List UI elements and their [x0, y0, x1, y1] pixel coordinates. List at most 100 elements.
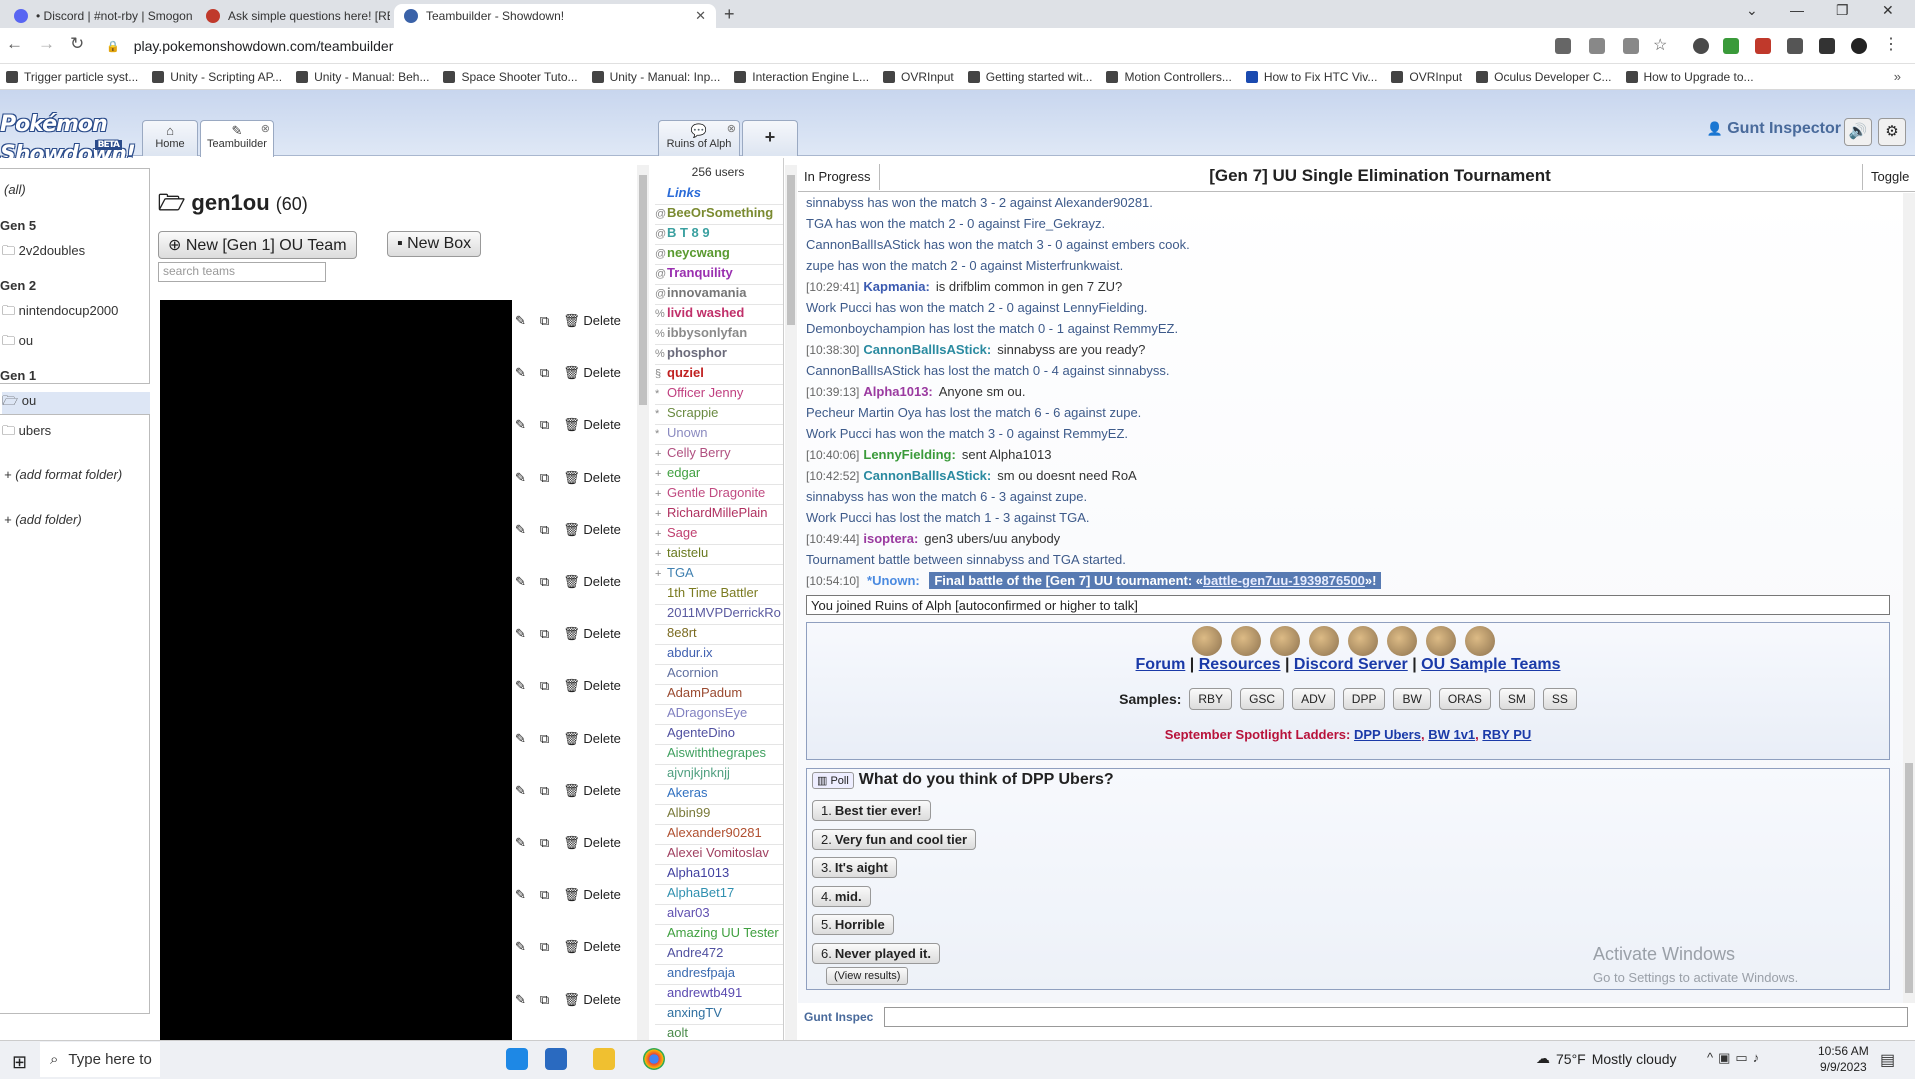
bookmark[interactable]: Unity - Scripting AP... [152, 70, 282, 84]
spotlight-link[interactable]: DPP Ubers [1354, 727, 1421, 742]
windows-start-icon[interactable]: ⊞ [12, 1052, 27, 1073]
bookmark[interactable]: Unity - Manual: Inp... [591, 70, 720, 84]
user-list-item[interactable]: AlphaBet17 [655, 885, 783, 905]
edit-pencil-icon[interactable]: ✎ [515, 365, 526, 381]
back-arrow-icon[interactable]: ← [6, 34, 23, 54]
bookmark[interactable]: How to Upgrade to... [1625, 70, 1754, 84]
delete-button[interactable]: 🗑 Delete [563, 365, 621, 381]
duplicate-icon[interactable]: ⧉ [540, 626, 549, 642]
bookmark[interactable]: Trigger particle syst... [6, 70, 138, 84]
user-list-item[interactable]: + Sage [655, 525, 783, 545]
delete-button[interactable]: 🗑 Delete [563, 887, 621, 903]
edit-pencil-icon[interactable]: ✎ [515, 574, 526, 590]
ublock-icon[interactable] [1755, 38, 1771, 54]
edit-pencil-icon[interactable]: ✎ [515, 313, 526, 329]
user-list-item[interactable]: + Celly Berry [655, 445, 783, 465]
edit-pencil-icon[interactable]: ✎ [515, 783, 526, 799]
edit-pencil-icon[interactable]: ✎ [515, 626, 526, 642]
user-list-item[interactable]: Aiswiththegrapes [655, 745, 783, 765]
add-folder[interactable]: + (add folder) [4, 512, 82, 527]
menu-kebab-icon[interactable]: ⋮ [1883, 34, 1899, 53]
user-list-item[interactable]: abdur.ix [655, 645, 783, 665]
user-list-item[interactable]: anxingTV [655, 1005, 783, 1025]
sample-gsc-button[interactable]: GSC [1240, 688, 1285, 710]
user-list-item[interactable]: Akeras [655, 785, 783, 805]
user-list-item[interactable]: andresfpaja [655, 965, 783, 985]
chat-username[interactable]: Kapmania: [863, 279, 929, 294]
edit-pencil-icon[interactable]: ✎ [515, 835, 526, 851]
extension-icon[interactable] [1723, 38, 1739, 54]
bookmark[interactable]: Oculus Developer C... [1476, 70, 1612, 84]
duplicate-icon[interactable]: ⧉ [540, 365, 549, 381]
edge-taskbar-icon[interactable] [506, 1048, 528, 1070]
delete-button[interactable]: 🗑 Delete [563, 731, 621, 747]
delete-button[interactable]: 🗑 Delete [563, 939, 621, 955]
close-window-icon[interactable]: ✕ [1882, 2, 1894, 19]
user-list-item[interactable]: Alpha1013 [655, 865, 783, 885]
delete-button[interactable]: 🗑 Delete [563, 313, 621, 329]
sample-sm-button[interactable]: SM [1498, 688, 1535, 710]
edit-pencil-icon[interactable]: ✎ [515, 939, 526, 955]
add-format-folder[interactable]: + (add format folder) [4, 467, 122, 482]
user-list-item[interactable]: * Officer Jenny [655, 385, 783, 405]
folder-ou-gen2[interactable]: 🗀 ou [2, 332, 33, 354]
delete-button[interactable]: 🗑 Delete [563, 470, 621, 486]
user-list-item[interactable]: AdamPadum [655, 685, 783, 705]
close-icon[interactable]: ⊗ [261, 122, 270, 135]
forward-arrow-icon[interactable]: → [38, 34, 55, 54]
browser-tab-smogon[interactable]: Ask simple questions here! [REA ✕ [196, 4, 390, 28]
user-list-item[interactable]: Acornion [655, 665, 783, 685]
chat-username[interactable]: LennyFielding: [863, 447, 955, 462]
delete-button[interactable]: 🗑 Delete [563, 992, 621, 1008]
bookmark[interactable]: Interaction Engine L... [734, 70, 869, 84]
gear-icon[interactable]: ⚙ [1878, 118, 1906, 146]
duplicate-icon[interactable]: ⧉ [540, 835, 549, 851]
minimize-icon[interactable]: — [1790, 2, 1804, 18]
user-list-item[interactable]: @Tranquility [655, 265, 783, 285]
showdown-logo[interactable]: Pokémon Showdown! BETA [0, 108, 140, 167]
tournament-toggle-button[interactable]: Toggle [1862, 164, 1915, 190]
team-search-input[interactable]: search teams [158, 262, 326, 282]
user-list-item[interactable]: 8e8rt [655, 625, 783, 645]
folder-ubers[interactable]: 🗀 ubers [2, 422, 51, 444]
volume-icon[interactable]: ♪ [1753, 1050, 1765, 1065]
sample-rby-button[interactable]: RBY [1189, 688, 1233, 710]
user-list-item[interactable]: + Gentle Dragonite [655, 485, 783, 505]
chat-scrollbar[interactable] [1903, 193, 1915, 1003]
duplicate-icon[interactable]: ⧉ [540, 731, 549, 747]
ou-sample-teams-link[interactable]: OU Sample Teams [1421, 656, 1560, 673]
new-box-button[interactable]: ▪ New Box [387, 231, 482, 257]
sample-adv-button[interactable]: ADV [1292, 688, 1335, 710]
user-list-item[interactable]: ADragonsEye [655, 705, 783, 725]
sound-icon[interactable]: 🔊 [1844, 118, 1872, 146]
notification-icon[interactable]: ▤ [1880, 1050, 1895, 1070]
user-list-item[interactable]: @neycwang [655, 245, 783, 265]
user-list-item[interactable]: Andre472 [655, 945, 783, 965]
key-icon[interactable] [1555, 38, 1571, 54]
userlist-scrollbar[interactable] [785, 165, 797, 1041]
chat-message-input[interactable] [884, 1007, 1908, 1027]
chat-username[interactable]: Alpha1013: [863, 384, 932, 399]
edit-pencil-icon[interactable]: ✎ [515, 731, 526, 747]
resources-link[interactable]: Resources [1199, 656, 1281, 673]
sample-dpp-button[interactable]: DPP [1342, 688, 1386, 710]
install-icon[interactable] [1589, 38, 1605, 54]
tab-teambuilder[interactable]: ✎ Teambuilder ⊗ [200, 120, 274, 157]
duplicate-icon[interactable]: ⧉ [540, 470, 549, 486]
chat-username[interactable]: isoptera: [863, 531, 918, 546]
extension-icon[interactable] [1693, 38, 1709, 54]
duplicate-icon[interactable]: ⧉ [540, 417, 549, 433]
duplicate-icon[interactable]: ⧉ [540, 887, 549, 903]
chevron-up-icon[interactable]: ^ [1707, 1050, 1718, 1065]
scrollbar-thumb[interactable] [639, 175, 647, 405]
poll-option-button[interactable]: 4. mid. [812, 885, 871, 907]
delete-button[interactable]: 🗑 Delete [563, 783, 621, 799]
device-icon[interactable]: ▣ [1718, 1050, 1735, 1065]
folder-2v2doubles[interactable]: 🗀 2v2doubles [2, 242, 85, 264]
network-icon[interactable]: ▭ [1735, 1050, 1752, 1065]
username[interactable]: 👤 Gunt Inspector [1707, 120, 1841, 138]
user-list-item[interactable]: Alexander90281 [655, 825, 783, 845]
side-panel-icon[interactable] [1819, 38, 1835, 54]
edit-pencil-icon[interactable]: ✎ [515, 678, 526, 694]
bookmark[interactable]: How to Fix HTC Viv... [1245, 70, 1377, 84]
